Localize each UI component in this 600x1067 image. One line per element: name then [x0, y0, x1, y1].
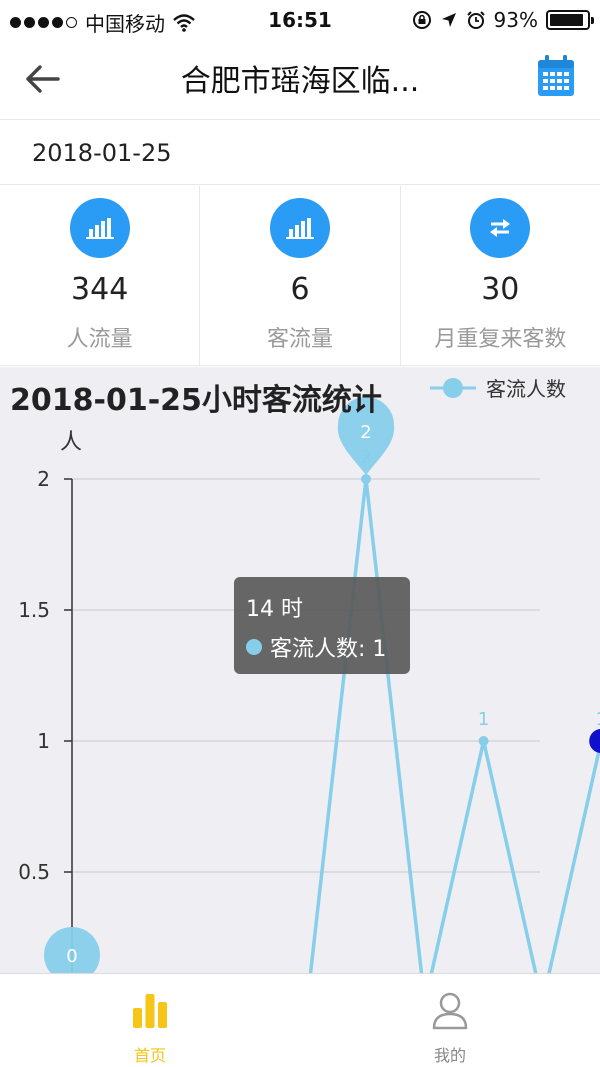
- nav-bar: 合肥市瑶海区临...: [0, 40, 600, 120]
- data-label: 1: [595, 709, 600, 730]
- y-tick-label: 0.5: [18, 860, 50, 884]
- series-line: [308, 477, 600, 973]
- tooltip-series-dot: [246, 639, 262, 655]
- stat-customer-traffic: 6 客流量: [200, 186, 401, 365]
- bar-chart-icon: [133, 994, 167, 1028]
- bar-chart-icon: [269, 198, 330, 258]
- tooltip-row: 客流人数: 1: [246, 631, 386, 663]
- stat-value: 6: [290, 272, 310, 307]
- y-tick-label: 1.5: [18, 598, 50, 622]
- tab-bar: 首页 我的: [0, 973, 600, 1067]
- data-point: [478, 736, 489, 746]
- alarm-icon: [466, 11, 485, 29]
- chart-tooltip: 14 时 客流人数: 1: [234, 577, 410, 674]
- stat-value: 344: [71, 272, 129, 307]
- date-row[interactable]: 2018-01-25: [0, 121, 600, 185]
- stat-label: 客流量: [266, 327, 333, 352]
- tooltip-text: 客流人数: 1: [270, 637, 387, 662]
- tab-label: 首页: [133, 1046, 166, 1065]
- selected-date: 2018-01-25: [32, 139, 172, 167]
- chart-title: 2018-01-25小时客流统计: [10, 383, 382, 418]
- tooltip-title: 14 时: [246, 597, 303, 622]
- stat-label: 人流量: [66, 327, 133, 352]
- y-tick-label: 2: [37, 467, 50, 491]
- tab-mine[interactable]: 我的: [300, 974, 600, 1067]
- y-axis-label: 人: [60, 430, 82, 455]
- bar-chart-icon: [69, 198, 130, 258]
- location-icon: [441, 13, 456, 27]
- page-title: 合肥市瑶海区临...: [180, 64, 420, 99]
- y-tick-label: 1: [37, 729, 50, 753]
- back-arrow-icon[interactable]: [22, 58, 64, 100]
- battery-icon: [546, 10, 594, 30]
- status-bar: 中国移动 16:51 93%: [0, 0, 600, 40]
- min-marker-label: 0: [66, 946, 77, 967]
- stat-repeat-visitors: 30 月重复来客数: [401, 186, 600, 365]
- legend-label: 客流人数: [486, 377, 566, 401]
- calendar-icon[interactable]: [536, 54, 576, 98]
- hourly-traffic-chart[interactable]: 0.511.52人000020101120客流人数 2018-01-25小时客流…: [0, 367, 600, 973]
- max-marker-label: 2: [360, 422, 371, 443]
- legend-marker: [443, 378, 463, 398]
- selected-point: [589, 729, 600, 753]
- battery-percent: 93%: [493, 8, 538, 32]
- user-icon: [432, 992, 468, 1030]
- status-right-group: 93%: [412, 8, 594, 32]
- data-point: [361, 474, 371, 484]
- swap-arrows-icon: [470, 198, 531, 258]
- tab-label: 我的: [433, 1046, 466, 1065]
- tab-home[interactable]: 首页: [0, 974, 300, 1067]
- stat-label: 月重复来客数: [434, 327, 567, 352]
- battery-fill: [550, 14, 584, 26]
- rotation-lock-icon: [412, 11, 431, 29]
- stats-panel: 344 人流量 6 客流量 30 月重复来客数: [0, 186, 600, 366]
- data-label: 1: [478, 709, 489, 730]
- stat-value: 30: [481, 272, 520, 307]
- stat-foot-traffic: 344 人流量: [0, 186, 201, 365]
